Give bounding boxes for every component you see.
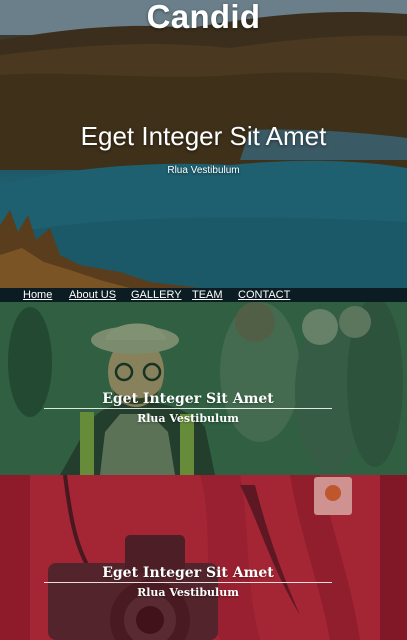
panel-title: Eget Integer Sit Amet (44, 565, 332, 583)
nav-link-gallery[interactable]: GALLERY (131, 288, 182, 303)
gallery-panel-red[interactable]: Eget Integer Sit Amet Rlua Vestibulum (0, 475, 407, 640)
panel-subtitle: Rlua Vestibulum (137, 586, 239, 599)
nav-link-home[interactable]: Home (23, 288, 52, 303)
hero-banner: Candid Eget Integer Sit Amet Rlua Vestib… (0, 0, 407, 288)
nav-link-contact[interactable]: CONTACT (238, 288, 290, 303)
panel-caption: Eget Integer Sit Amet Rlua Vestibulum (44, 391, 332, 425)
nav-link-team[interactable]: TEAM (192, 288, 223, 303)
panel-subtitle: Rlua Vestibulum (137, 412, 239, 425)
hero-title: Eget Integer Sit Amet (80, 121, 327, 151)
panel-title: Eget Integer Sit Amet (44, 391, 332, 409)
gallery-panel-green[interactable]: Eget Integer Sit Amet Rlua Vestibulum (0, 302, 407, 475)
main-navigation: Home About US GALLERY TEAM CONTACT (0, 288, 407, 302)
nav-link-about[interactable]: About US (69, 288, 116, 303)
brand-logo[interactable]: Candid (0, 0, 407, 36)
panel-green-overlay (0, 302, 407, 475)
panel-caption: Eget Integer Sit Amet Rlua Vestibulum (44, 565, 332, 599)
hero-subtitle: Rlua Vestibulum (167, 165, 240, 176)
panel-red-overlay (0, 475, 407, 640)
